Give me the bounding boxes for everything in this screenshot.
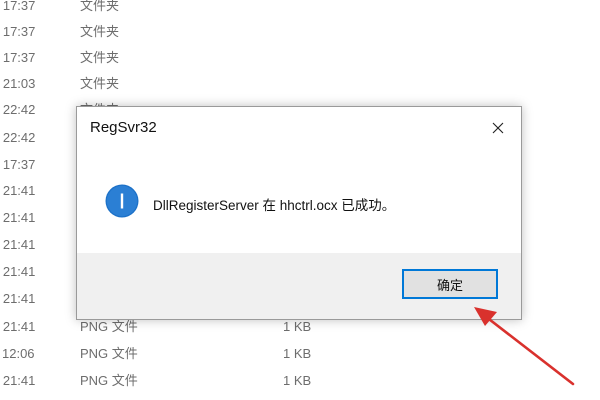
file-size: 1 KB [283, 373, 312, 388]
file-type: 文件夹 [80, 24, 120, 39]
file-type: 文件夹 [80, 76, 120, 91]
file-date: 9 21:41 [0, 210, 36, 225]
file-row[interactable]: 1 17:37 文件夹 [0, 19, 600, 45]
file-type: PNG 文件 [80, 346, 138, 361]
file-date: 9 21:41 [0, 373, 36, 388]
file-row[interactable]: 1 17:37 文件夹 [0, 0, 600, 19]
file-size: 1 KB [283, 346, 312, 361]
file-row[interactable]: 1 17:37 文件夹 [0, 45, 600, 71]
file-date: 0 22:42 [0, 130, 36, 145]
file-type: 文件夹 [80, 50, 120, 65]
file-date: 0 22:42 [0, 102, 36, 117]
file-date: 9 21:41 [0, 291, 36, 306]
file-date: 9 21:41 [0, 319, 36, 334]
file-date: 3 21:03 [0, 76, 36, 91]
file-date: 12:06 [2, 346, 35, 361]
info-icon [105, 184, 139, 218]
dialog-title: RegSvr32 [90, 119, 157, 136]
close-button[interactable] [475, 107, 521, 149]
regsvr32-dialog: RegSvr32 DllRegisterServer 在 hhctrl.ocx … [76, 106, 522, 320]
file-type: 文件夹 [80, 0, 120, 13]
file-date: 9 21:41 [0, 183, 36, 198]
dialog-body: DllRegisterServer 在 hhctrl.ocx 已成功。 [77, 149, 521, 253]
close-icon [492, 122, 504, 134]
file-date: 9 21:41 [0, 237, 36, 252]
dialog-footer: 确定 [77, 253, 521, 319]
dialog-titlebar[interactable]: RegSvr32 [77, 107, 521, 149]
file-row[interactable]: 12:06 PNG 文件 1 KB [0, 341, 600, 367]
file-date: 1 17:37 [0, 24, 36, 39]
file-date: 1 17:37 [0, 157, 36, 172]
file-type: PNG 文件 [80, 373, 138, 388]
file-date: 1 17:37 [0, 0, 36, 13]
ok-button[interactable]: 确定 [402, 269, 498, 299]
file-row[interactable]: 3 21:03 文件夹 [0, 71, 600, 97]
file-date: 9 21:41 [0, 264, 36, 279]
dialog-message: DllRegisterServer 在 hhctrl.ocx 已成功。 [153, 198, 396, 213]
file-row[interactable]: 9 21:41 PNG 文件 1 KB [0, 368, 600, 394]
file-date: 1 17:37 [0, 50, 36, 65]
